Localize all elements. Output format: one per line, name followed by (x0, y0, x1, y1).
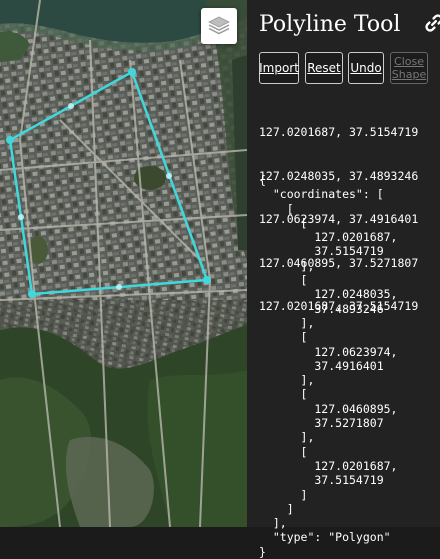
undo-button[interactable]: Undo (348, 52, 384, 84)
close-shape-label-line1: Close (394, 55, 424, 68)
import-button[interactable]: Import (259, 52, 299, 84)
geojson-output: { "coordinates": [ [ [ 127.0201687, 37.5… (259, 173, 398, 559)
satellite-map[interactable] (0, 0, 247, 527)
close-shape-button[interactable]: Close Shape (390, 52, 428, 84)
close-shape-label-line2: Shape (391, 68, 427, 81)
header: Polyline Tool (259, 12, 440, 42)
layers-icon (208, 16, 230, 35)
side-panel: Polyline Tool Import Reset Undo Close Sh… (247, 0, 440, 559)
reset-button[interactable]: Reset (305, 52, 343, 84)
link-icon[interactable] (423, 12, 440, 34)
layers-button[interactable] (201, 8, 237, 44)
coordinate-line: 127.0201687, 37.5154719 (259, 125, 419, 139)
map-view[interactable] (0, 0, 247, 527)
panel-title: Polyline Tool (259, 12, 401, 37)
